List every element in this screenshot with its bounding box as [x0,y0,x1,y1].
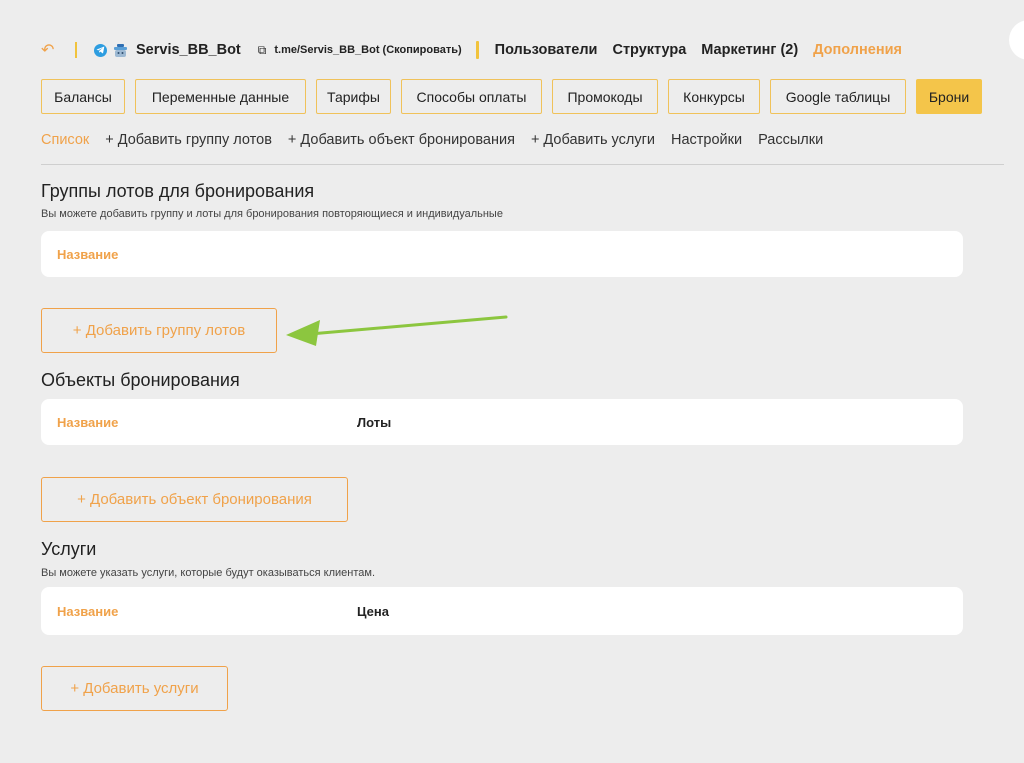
tab-balances[interactable]: Балансы [41,79,125,114]
nav-structure[interactable]: Структура [612,42,686,58]
booking-objects-table-header: Название Лоты [41,399,963,445]
section-title-services: Услуги [41,539,97,559]
divider [75,42,77,58]
section-desc-services: Вы можете указать услуги, которые будут … [41,567,375,579]
add-booking-object-button[interactable]: + Добавить объект бронирования [41,477,348,522]
bot-name: Servis_BB_Bot [136,42,241,58]
subnav-mailings[interactable]: Рассылки [758,132,823,148]
column-name-header: Название [57,414,119,430]
annotation-arrow [286,315,508,346]
tab-variables[interactable]: Переменные данные [135,79,306,114]
column-lots-header: Лоты [357,414,392,430]
lot-groups-table-header: Название [41,231,963,277]
subnav-add-services[interactable]: + Добавить услуги [531,132,655,148]
bot-avatar-icon [113,43,128,58]
column-name-header: Название [57,246,119,262]
subnav-add-lot-group[interactable]: + Добавить группу лотов [105,132,272,148]
add-lot-group-button[interactable]: + Добавить группу лотов [41,308,277,353]
divider [475,41,479,59]
tabs: Балансы Переменные данные Тарифы Способы… [41,79,992,114]
add-services-button[interactable]: + Добавить услуги [41,666,228,711]
top-bar: ↶ Servis_BB_Bot ⧉ t.me/Servis_BB_Bot (Ск… [41,40,1024,60]
bot-link[interactable]: t.me/Servis_BB_Bot (Скопировать) [274,44,461,56]
tab-contests[interactable]: Конкурсы [668,79,760,114]
subnav-settings[interactable]: Настройки [671,132,742,148]
column-name-header: Название [57,603,119,619]
divider [41,164,1004,165]
tab-promocodes[interactable]: Промокоды [552,79,658,114]
telegram-icon [94,43,107,57]
services-table-header: Название Цена [41,587,963,635]
nav-marketing[interactable]: Маркетинг (2) [701,42,798,58]
subnav-add-booking-object[interactable]: + Добавить объект бронирования [288,132,515,148]
section-desc-lot-groups: Вы можете добавить группу и лоты для бро… [41,208,503,220]
section-title-booking-objects: Объекты бронирования [41,370,240,390]
back-icon[interactable]: ↶ [41,40,59,60]
copy-link-icon[interactable]: ⧉ [258,43,267,58]
sub-navigation: Список + Добавить группу лотов + Добавит… [41,132,839,148]
section-title-lot-groups: Группы лотов для бронирования [41,181,315,201]
tab-payment-methods[interactable]: Способы оплаты [401,79,542,114]
tab-google-sheets[interactable]: Google таблицы [770,79,906,114]
tab-tariffs[interactable]: Тарифы [316,79,391,114]
tab-bookings[interactable]: Брони [916,79,982,114]
nav-addons[interactable]: Дополнения [813,42,902,58]
subnav-list[interactable]: Список [41,132,89,148]
column-price-header: Цена [357,603,389,619]
nav-users[interactable]: Пользователи [495,42,598,58]
